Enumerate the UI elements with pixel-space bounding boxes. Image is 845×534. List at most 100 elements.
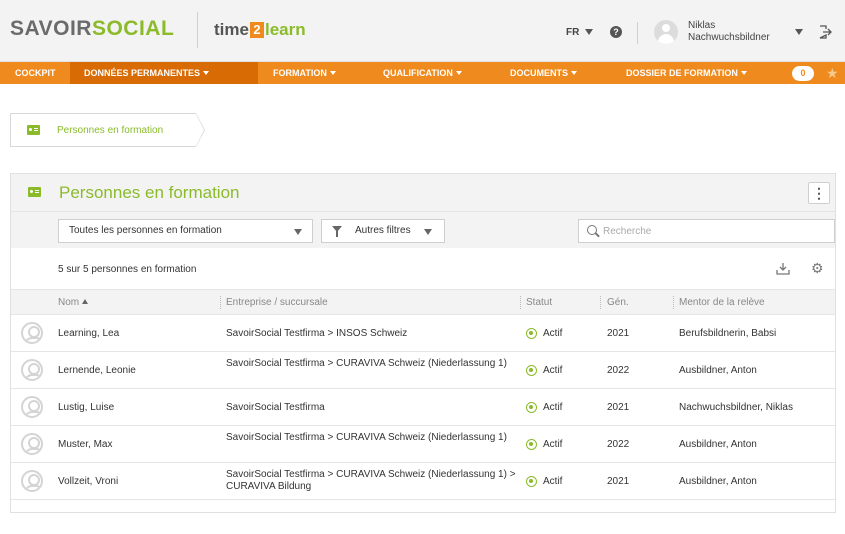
table-body: Learning, Lea SavoirSocial Testfirma > I… (11, 315, 835, 500)
logo2-time: time (214, 20, 249, 39)
nav-item-formation[interactable]: FORMATION (273, 62, 336, 84)
nav-item-donnees-permanentes[interactable]: DONNÉES PERMANENTES (70, 62, 258, 84)
trainees-panel: Personnes en formation ⋮ Toutes les pers… (10, 173, 836, 513)
column-header-name[interactable]: Nom (58, 297, 89, 308)
time2learn-logo[interactable]: time 2 learn (214, 20, 306, 40)
search-icon (587, 225, 597, 235)
result-count: 5 sur 5 personnes en formation (58, 264, 197, 275)
cell-year: 2021 (607, 402, 630, 413)
cell-name: Learning, Lea (58, 328, 120, 339)
nav-item-dossier-de-formation[interactable]: DOSSIER DE FORMATION (626, 62, 747, 84)
more-options-button[interactable]: ⋮ (808, 182, 830, 204)
cell-status: Actif (543, 365, 563, 376)
chevron-down-icon (203, 71, 210, 75)
breadcrumb-label: Personnes en formation (57, 125, 164, 136)
language-selector[interactable]: FR (566, 27, 579, 38)
help-icon[interactable]: ? (610, 26, 622, 38)
gear-icon[interactable]: ⚙ (811, 261, 824, 275)
export-icon[interactable] (776, 262, 790, 276)
sort-ascending-icon (82, 299, 89, 304)
table-header: Nom Entreprise / succursale Statut Gén. … (11, 289, 835, 315)
column-header-company[interactable]: Entreprise / succursale (226, 297, 328, 308)
column-header-mentor[interactable]: Mentor de la relève (679, 297, 765, 308)
chevron-down-icon (455, 71, 462, 75)
user-avatar-icon[interactable] (654, 20, 678, 44)
cell-mentor: Ausbildner, Anton (679, 476, 757, 487)
nav-item-documents[interactable]: DOCUMENTS (510, 62, 577, 84)
header-divider (637, 22, 638, 44)
filter-icon (332, 226, 342, 237)
user-avatar-icon (21, 396, 43, 418)
chevron-down-icon (294, 229, 302, 235)
chevron-down-icon (329, 71, 336, 75)
status-active-icon (526, 439, 537, 450)
cell-mentor: Nachwuchsbildner, Niklas (679, 402, 793, 413)
cell-status: Actif (543, 402, 563, 413)
cell-year: 2022 (607, 439, 630, 450)
chevron-down-icon[interactable] (585, 29, 593, 35)
more-filters-button[interactable]: Autres filtres (321, 219, 445, 243)
cell-status: Actif (543, 439, 563, 450)
id-card-icon (28, 187, 41, 197)
cell-company: SavoirSocial Testfirma > CURAVIVA Schwei… (226, 432, 507, 443)
cell-status: Actif (543, 328, 563, 339)
logo-text-social: SOCIAL (91, 17, 175, 40)
user-last-name: Nachwuchsbildner (688, 32, 770, 43)
status-active-icon (526, 328, 537, 339)
logo-text-savoir: SAVOIR (10, 17, 92, 40)
nav-label: FORMATION (273, 68, 327, 78)
column-header-status[interactable]: Statut (526, 297, 552, 308)
nav-label: DONNÉES PERMANENTES (84, 68, 201, 78)
user-avatar-icon (21, 433, 43, 455)
cell-company: SavoirSocial Testfirma (226, 402, 325, 413)
user-avatar-icon (21, 359, 43, 381)
cell-company: SavoirSocial Testfirma > INSOS Schweiz (226, 328, 408, 339)
user-menu[interactable]: Niklas Nachwuchsbildner (688, 20, 770, 44)
user-avatar-icon (21, 470, 43, 492)
cell-mentor: Berufsbildnerin, Babsi (679, 328, 777, 339)
star-icon[interactable]: ★ (826, 64, 839, 82)
column-header-year[interactable]: Gén. (607, 297, 629, 308)
cell-year: 2021 (607, 328, 630, 339)
chevron-down-icon (424, 229, 432, 235)
breadcrumb[interactable]: Personnes en formation (10, 113, 205, 147)
savoirsocial-logo[interactable]: SAVOIRSOCIAL (10, 17, 174, 41)
table-row[interactable]: Learning, Lea SavoirSocial Testfirma > I… (11, 315, 835, 352)
logout-icon[interactable] (818, 25, 832, 39)
status-active-icon (526, 402, 537, 413)
trainee-scope-select[interactable]: Toutes les personnes en formation (58, 219, 313, 243)
table-row[interactable]: Lustig, Luise SavoirSocial Testfirma Act… (11, 389, 835, 426)
nav-item-cockpit[interactable]: COCKPIT (10, 62, 61, 84)
panel-header: Personnes en formation ⋮ (11, 174, 835, 211)
cell-name: Lernende, Leonie (58, 365, 136, 376)
user-avatar-icon (21, 322, 43, 344)
column-header-label: Nom (58, 297, 80, 308)
table-row[interactable]: Vollzeit, Vroni SavoirSocial Testfirma >… (11, 463, 835, 500)
cell-name: Lustig, Luise (58, 402, 115, 413)
cell-mentor: Ausbildner, Anton (679, 365, 757, 376)
status-active-icon (526, 476, 537, 487)
notification-badge[interactable]: 0 (792, 66, 814, 81)
chevron-down-icon (740, 71, 747, 75)
cell-year: 2021 (607, 476, 630, 487)
table-row[interactable]: Muster, Max SavoirSocial Testfirma > CUR… (11, 426, 835, 463)
select-value: Toutes les personnes en formation (69, 225, 222, 236)
nav-label: COCKPIT (15, 68, 56, 78)
logo2-two: 2 (249, 22, 264, 38)
search-field[interactable] (578, 219, 835, 243)
chevron-down-icon[interactable] (795, 29, 803, 35)
cell-company: SavoirSocial Testfirma > CURAVIVA Schwei… (226, 469, 516, 492)
table-row[interactable]: Lernende, Leonie SavoirSocial Testfirma … (11, 352, 835, 389)
search-input[interactable] (603, 221, 828, 241)
column-divider (520, 296, 521, 309)
user-first-name: Niklas (688, 20, 716, 31)
cell-name: Vollzeit, Vroni (58, 476, 119, 487)
filter-bar: Toutes les personnes en formation Autres… (11, 211, 835, 248)
chevron-down-icon (571, 71, 577, 75)
nav-label: QUALIFICATION (383, 68, 453, 78)
logo-divider (197, 12, 198, 48)
main-nav: COCKPIT DONNÉES PERMANENTES FORMATION QU… (0, 62, 845, 84)
app-root: SAVOIRSOCIAL time 2 learn FR ? Niklas Nach… (0, 0, 845, 534)
nav-item-qualification[interactable]: QUALIFICATION (383, 62, 462, 84)
page-title: Personnes en formation (59, 183, 240, 202)
